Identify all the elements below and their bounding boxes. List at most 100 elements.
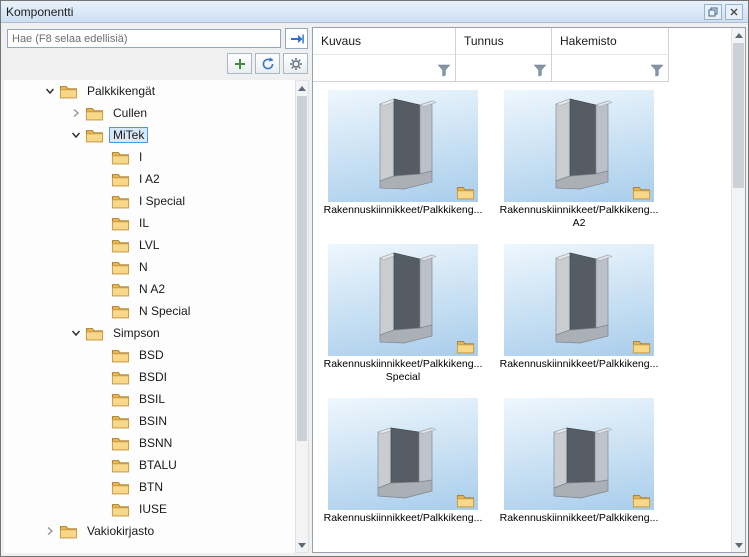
- folder-icon: [111, 216, 130, 231]
- arrow-up-icon: [298, 86, 306, 91]
- tree-item-bsnn[interactable]: BSNN: [4, 432, 295, 454]
- chevron-icon[interactable]: [67, 126, 85, 144]
- tree-scroll-up-button[interactable]: [296, 81, 308, 95]
- tree-item-n[interactable]: N: [4, 256, 295, 278]
- tree-item-btn[interactable]: BTN: [4, 476, 295, 498]
- arrow-up-icon: [735, 33, 743, 38]
- kuvaus-filter-button[interactable]: [436, 63, 452, 78]
- folder-icon: [59, 524, 78, 539]
- column-header-hakemisto[interactable]: Hakemisto: [552, 28, 669, 55]
- filter-funnel-icon: [533, 64, 547, 77]
- component-card[interactable]: Rakennuskiinnikkeet/Palkkikeng...: [491, 244, 667, 398]
- component-label-line1: Rakennuskiinnikkeet/Palkkikeng...: [491, 358, 667, 371]
- window-title: Komponentti: [6, 5, 73, 19]
- component-card[interactable]: Rakennuskiinnikkeet/Palkkikeng...: [491, 398, 667, 552]
- chevron-icon[interactable]: [41, 522, 59, 540]
- tree-scrollbar[interactable]: [295, 80, 309, 553]
- component-card[interactable]: Rakennuskiinnikkeet/Palkkikeng... Specia…: [315, 244, 491, 398]
- component-thumbnail: [504, 398, 654, 510]
- tree-item-cullen[interactable]: Cullen: [4, 102, 295, 124]
- folder-icon: [59, 84, 78, 99]
- tree-item-bsdi[interactable]: BSDI: [4, 366, 295, 388]
- chevron-icon[interactable]: [41, 82, 59, 100]
- folder-icon: [111, 414, 130, 429]
- settings-button[interactable]: [283, 53, 308, 74]
- component-label: Rakennuskiinnikkeet/Palkkikeng...: [315, 204, 491, 217]
- tree-item-n-a2[interactable]: N A2: [4, 278, 295, 300]
- chevron-icon[interactable]: [67, 324, 85, 342]
- component-card[interactable]: Rakennuskiinnikkeet/Palkkikeng... A2: [491, 90, 667, 244]
- search-input[interactable]: [7, 29, 281, 48]
- column-header-tunnus[interactable]: Tunnus: [456, 28, 552, 55]
- component-label-line2: Special: [315, 371, 491, 384]
- tree-scroll-down-button[interactable]: [296, 538, 308, 552]
- column-header-kuvaus[interactable]: Kuvaus: [313, 28, 456, 55]
- tree-item-mitek[interactable]: MiTek: [4, 124, 295, 146]
- titlebar-controls: [704, 4, 743, 20]
- component-label: Rakennuskiinnikkeet/Palkkikeng... Specia…: [315, 358, 491, 384]
- tree-item-i-a2[interactable]: I A2: [4, 168, 295, 190]
- tree-item-bsil[interactable]: BSIL: [4, 388, 295, 410]
- list-scrollbar[interactable]: [731, 28, 745, 552]
- titlebar[interactable]: Komponentti: [1, 1, 748, 23]
- list-scroll-up-button[interactable]: [732, 28, 745, 42]
- component-thumbnail: [504, 244, 654, 356]
- hakemisto-filter-cell: [552, 55, 669, 82]
- tree-item-bsin[interactable]: BSIN: [4, 410, 295, 432]
- plus-icon: [233, 57, 247, 71]
- tree-item-palkkikengät[interactable]: Palkkikengät: [4, 80, 295, 102]
- close-button[interactable]: [725, 4, 743, 20]
- component-label-line2: A2: [491, 217, 667, 230]
- folder-icon: [111, 194, 130, 209]
- tree-item-bsd[interactable]: BSD: [4, 344, 295, 366]
- component-grid: Rakennuskiinnikkeet/Palkkikeng... Rakenn…: [315, 82, 730, 552]
- float-window-button[interactable]: [704, 4, 722, 20]
- add-button[interactable]: [227, 53, 252, 74]
- folder-badge-icon: [632, 339, 651, 354]
- hakemisto-filter-button[interactable]: [649, 63, 665, 78]
- tree-item-il[interactable]: IL: [4, 212, 295, 234]
- tree-item-lvl[interactable]: LVL: [4, 234, 295, 256]
- tree-scrollbar-thumb[interactable]: [297, 96, 307, 441]
- tree-item-label: MiTek: [109, 127, 148, 143]
- tree-item-btalu[interactable]: BTALU: [4, 454, 295, 476]
- tree-item-simpson[interactable]: Simpson: [4, 322, 295, 344]
- list-scroll-down-button[interactable]: [732, 538, 745, 552]
- tunnus-filter-cell: [456, 55, 552, 82]
- filter-funnel-icon: [437, 64, 451, 77]
- folder-badge-icon: [456, 185, 475, 200]
- folder-badge-icon: [632, 493, 651, 508]
- column-label: Tunnus: [464, 34, 504, 48]
- arrow-down-icon: [298, 543, 306, 548]
- refresh-icon: [261, 57, 275, 71]
- gear-icon: [289, 57, 303, 71]
- component-card[interactable]: Rakennuskiinnikkeet/Palkkikeng...: [315, 90, 491, 244]
- tree-item-n-special[interactable]: N Special: [4, 300, 295, 322]
- component-thumbnail: [328, 398, 478, 510]
- folder-icon: [111, 480, 130, 495]
- folder-badge-icon: [632, 185, 651, 200]
- refresh-button[interactable]: [255, 53, 280, 74]
- tree-item-label: I: [135, 149, 146, 165]
- chevron-icon[interactable]: [67, 104, 85, 122]
- tree-item-vakiokirjasto[interactable]: Vakiokirjasto: [4, 520, 295, 542]
- component-card[interactable]: Rakennuskiinnikkeet/Palkkikeng...: [315, 398, 491, 552]
- kuvaus-filter-cell: [313, 55, 456, 82]
- tree-item-iuse[interactable]: IUSE: [4, 498, 295, 520]
- component-label-line1: Rakennuskiinnikkeet/Palkkikeng...: [315, 512, 491, 525]
- filter-row: [313, 55, 745, 82]
- folder-badge-icon: [456, 339, 475, 354]
- tree-item-i[interactable]: I: [4, 146, 295, 168]
- folder-icon: [111, 370, 130, 385]
- tree-item-label: BSD: [135, 347, 168, 363]
- column-headers: Kuvaus Tunnus Hakemisto: [313, 28, 745, 55]
- search-go-button[interactable]: [285, 28, 308, 49]
- folder-icon: [111, 392, 130, 407]
- close-icon: [729, 7, 739, 17]
- list-scrollbar-thumb[interactable]: [733, 43, 744, 188]
- tree-item-i-special[interactable]: I Special: [4, 190, 295, 212]
- tree-item-label: BTALU: [135, 457, 181, 473]
- folder-icon: [111, 172, 130, 187]
- folder-icon: [111, 304, 130, 319]
- tunnus-filter-button[interactable]: [532, 63, 548, 78]
